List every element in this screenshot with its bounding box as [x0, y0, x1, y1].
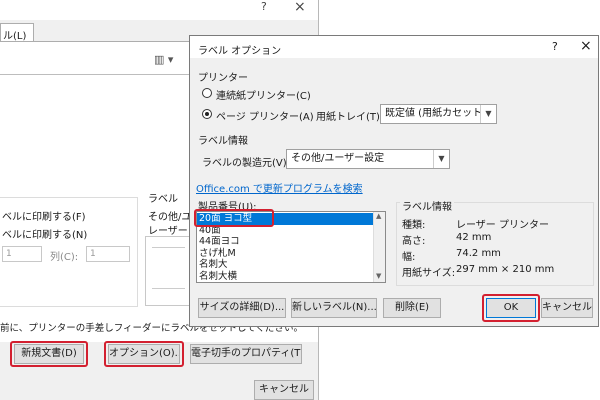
bg-tab-labels[interactable]: ル(L) [0, 23, 34, 42]
bg-col-value: 1 [90, 249, 96, 259]
bg-close-button[interactable]: × [294, 0, 306, 15]
update-link[interactable]: Office.com で更新プログラムを検索 [196, 180, 363, 195]
bg-help-button[interactable]: ? [261, 0, 267, 13]
continuous-printer-label[interactable]: 連続紙プリンター(C) [216, 87, 311, 102]
details-section-title: ラベル情報 [400, 198, 454, 213]
label-options-dialog: ラベル オプション ? × プリンター 連続紙プリンター(C) ページ プリンタ… [189, 35, 599, 327]
bg-preview-lines [152, 247, 185, 289]
detail-key: 用紙サイズ: [402, 268, 456, 279]
vendor-value: その他/ユーザー設定 [291, 153, 385, 164]
tray-value: 既定値 (用紙カセット1) [385, 108, 493, 119]
bg-col-label: 列(C): [50, 252, 79, 263]
detail-row: 高さ: 42 mm [402, 232, 592, 248]
tray-select[interactable]: 既定値 (用紙カセット1) ▼ [380, 104, 497, 124]
bg-print-option-b[interactable]: ベルに印刷する(N) [2, 226, 87, 241]
chevron-down-icon: ▼ [480, 105, 496, 123]
list-item[interactable]: 44面ヨコ [197, 236, 373, 248]
detail-value: 74.2 mm [456, 248, 501, 259]
detail-value: レーザー プリンター [456, 220, 549, 231]
bg-postage-button[interactable]: 電子切手のプロパティ(T)... [190, 344, 302, 364]
vendor-select[interactable]: その他/ユーザー設定 ▼ [286, 149, 450, 169]
detail-key: 幅: [402, 252, 416, 263]
dialog-title: ラベル オプション [198, 46, 282, 57]
chevron-down-icon: ▼ [433, 150, 449, 168]
bg-row-value: 1 [6, 249, 12, 259]
bg-address-box[interactable] [0, 74, 190, 175]
list-item[interactable]: 名刺大 [197, 259, 373, 271]
page-printer-radio[interactable] [202, 109, 212, 119]
bg-tab-label-text: ル(L) [3, 31, 27, 42]
list-scrollbar[interactable]: ▲ ▼ [373, 212, 385, 282]
size-details-button[interactable]: サイズの詳細(D)... [198, 298, 286, 318]
bg-label-preview[interactable] [145, 236, 192, 306]
bg-maker-text: その他/ユ [148, 212, 192, 223]
bg-col-spin[interactable]: 1 [86, 246, 130, 262]
scroll-down-icon[interactable]: ▼ [376, 272, 381, 280]
detail-key: 高さ: [402, 236, 426, 247]
bg-new-document-highlight [10, 341, 88, 367]
detail-key: 種類: [402, 220, 426, 231]
bg-options-highlight [104, 341, 184, 367]
bg-label-header: ラベル [148, 194, 178, 205]
dialog-help-button[interactable]: ? [552, 40, 558, 53]
bg-address-icon[interactable]: ▥ ▾ [154, 53, 173, 66]
detail-row: 幅: 74.2 mm [402, 248, 592, 264]
delete-button[interactable]: 削除(E) [383, 298, 441, 318]
cancel-button[interactable]: キャンセル [541, 298, 593, 318]
tray-label: 用紙トレイ(T): [316, 112, 384, 123]
bg-titlebar [0, 0, 318, 20]
ok-button-highlight [482, 294, 540, 322]
scroll-up-icon[interactable]: ▲ [376, 212, 381, 220]
detail-row: 用紙サイズ: 297 mm × 210 mm [402, 264, 592, 280]
bg-print-option-a[interactable]: ベルに印刷する(F) [2, 208, 86, 223]
vendor-label: ラベルの製造元(V): [202, 158, 291, 169]
detail-row: 種類: レーザー プリンター [402, 216, 592, 232]
detail-value: 297 mm × 210 mm [456, 264, 555, 275]
bg-cancel-button[interactable]: キャンセル [254, 380, 314, 400]
new-label-button[interactable]: 新しいラベル(N)... [291, 298, 377, 318]
label-info-section-title: ラベル情報 [198, 136, 248, 147]
product-selected-highlight [194, 209, 274, 227]
detail-value: 42 mm [456, 232, 492, 243]
bg-row-spin[interactable]: 1 [2, 246, 42, 262]
details-rows: 種類: レーザー プリンター 高さ: 42 mm 幅: 74.2 mm 用紙サイズ: 297 … [402, 216, 592, 280]
list-item[interactable]: 名刺大横 [197, 271, 373, 283]
page-printer-label[interactable]: ページ プリンター(A) [216, 108, 314, 123]
printer-section-title: プリンター [198, 73, 248, 84]
continuous-printer-radio[interactable] [202, 88, 212, 98]
list-item[interactable]: さげ札M [197, 248, 373, 260]
dialog-close-button[interactable]: × [580, 38, 592, 54]
